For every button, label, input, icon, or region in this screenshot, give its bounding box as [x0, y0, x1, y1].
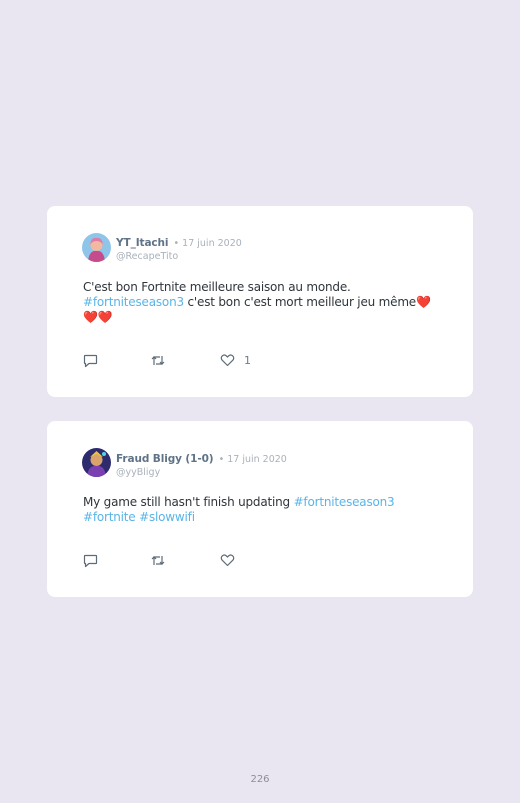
page-number: 226 [250, 774, 270, 785]
heart-icon [220, 554, 235, 567]
hashtag-link[interactable]: #slowwifi [139, 510, 195, 524]
like-count: 1 [244, 353, 251, 367]
author-name[interactable]: Fraud Bligy (1-0) [116, 453, 214, 465]
author-name[interactable]: YT_Itachi [116, 237, 169, 249]
author-handle[interactable]: @yyBligy [116, 466, 287, 479]
tweet-date: • 17 juin 2020 [173, 238, 242, 249]
retweet-icon [151, 555, 165, 565]
hashtag-link[interactable]: #fortniteseason3 [83, 295, 184, 309]
tweet-header: YT_Itachi • 17 juin 2020 @RecapeTito [116, 234, 242, 263]
reply-icon [83, 354, 98, 367]
author-handle[interactable]: @RecapeTito [116, 250, 242, 263]
tweet-header: Fraud Bligy (1-0) • 17 juin 2020 @yyBlig… [116, 450, 287, 479]
like-button[interactable]: 1 [220, 352, 251, 368]
reply-button[interactable] [83, 352, 98, 368]
retweet-icon [151, 355, 165, 365]
retweet-button[interactable] [150, 552, 166, 568]
reply-button[interactable] [83, 552, 98, 568]
hashtag-link[interactable]: #fortniteseason3 [294, 495, 395, 509]
reply-icon [83, 554, 98, 567]
like-button[interactable] [220, 552, 235, 568]
tweet-text-line: c'est bon c'est mort meilleur jeu même [183, 295, 417, 309]
tweet-text: My game still hasn't finish updating #fo… [83, 495, 437, 525]
tweet-text-line: C'est bon Fortnite meilleure saison au m… [83, 280, 351, 294]
retweet-button[interactable] [150, 352, 166, 368]
heart-icon [220, 354, 235, 367]
avatar[interactable] [82, 233, 111, 262]
tweet-card: Fraud Bligy (1-0) • 17 juin 2020 @yyBlig… [47, 421, 473, 597]
tweet-date: • 17 juin 2020 [218, 454, 287, 465]
hashtag-link[interactable]: #fortnite [83, 510, 136, 524]
avatar[interactable] [82, 448, 111, 477]
tweet-card: YT_Itachi • 17 juin 2020 @RecapeTito C'e… [47, 206, 473, 397]
tweet-text: C'est bon Fortnite meilleure saison au m… [83, 280, 437, 325]
tweet-text-line: My game still hasn't finish updating [83, 495, 294, 509]
